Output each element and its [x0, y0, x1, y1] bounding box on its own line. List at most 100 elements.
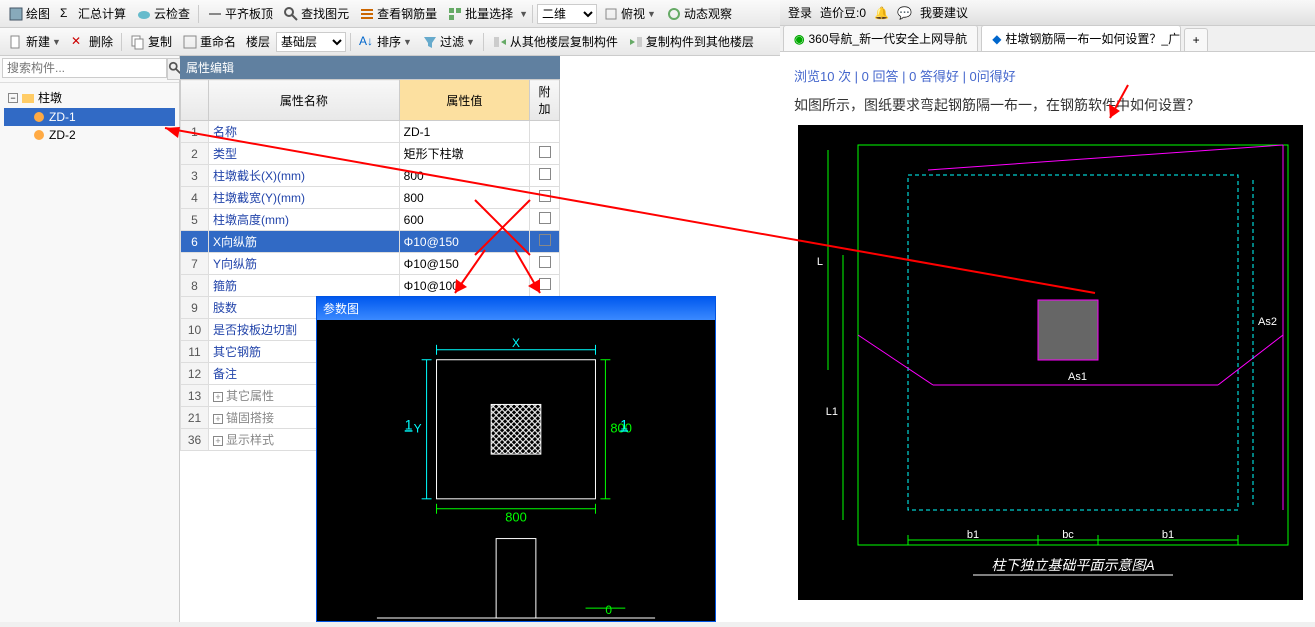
main-toolbar-1: 绘图 Σ汇总计算 云检查 平齐板顶 查找图元 查看钢筋量 批量选择 ▼ 二维 俯… — [0, 0, 780, 28]
checkbox-icon[interactable] — [539, 256, 551, 268]
tb-find[interactable]: 查找图元 — [279, 3, 353, 24]
prop-check-cell[interactable] — [530, 187, 560, 209]
prop-value-cell[interactable]: Φ10@150 — [399, 231, 529, 253]
prop-value-cell[interactable]: 矩形下柱墩 — [399, 143, 529, 165]
prop-name-cell[interactable]: X向纵筋 — [209, 231, 400, 253]
prop-value-cell[interactable]: 600 — [399, 209, 529, 231]
prop-check-cell[interactable] — [530, 121, 560, 143]
svg-text:As2: As2 — [1258, 316, 1277, 328]
tb-filter[interactable]: 过滤▼ — [418, 31, 479, 52]
prop-check-cell[interactable] — [530, 231, 560, 253]
checkbox-icon[interactable] — [539, 212, 551, 224]
tb-align[interactable]: 平齐板顶 — [203, 3, 277, 24]
prop-row[interactable]: 1名称ZD-1 — [181, 121, 560, 143]
checkbox-icon[interactable] — [539, 168, 551, 180]
browser-window: 登录 造价豆:0 🔔 💬 我要建议 ◉ 360导航_新一代安全上网导航 ◆ 柱墩… — [780, 0, 1315, 622]
tb-summary[interactable]: Σ汇总计算 — [56, 3, 130, 24]
tb-floor[interactable]: 楼层 — [242, 31, 274, 52]
suggest-link[interactable]: 我要建议 — [920, 4, 968, 21]
search-input[interactable] — [2, 58, 167, 78]
tb-copy[interactable]: 复制 — [126, 31, 176, 52]
prop-name-cell[interactable]: 类型 — [209, 143, 400, 165]
360-icon: ◉ — [794, 32, 804, 46]
tree-item-zd2[interactable]: ZD-2 — [4, 126, 175, 144]
tb-delete[interactable]: ✕删除 — [67, 31, 117, 52]
prop-row[interactable]: 5柱墩高度(mm)600 — [181, 209, 560, 231]
chevron-down-icon[interactable]: ▼ — [519, 9, 528, 19]
tab-new[interactable]: + — [1184, 28, 1208, 51]
plus-icon[interactable]: + — [213, 414, 223, 424]
prop-row[interactable]: 2类型矩形下柱墩 — [181, 143, 560, 165]
tb-cloud[interactable]: 云检查 — [132, 3, 194, 24]
tb-draw[interactable]: 绘图 — [4, 3, 54, 24]
prop-name-cell[interactable]: 柱墩高度(mm) — [209, 209, 400, 231]
prop-name-cell[interactable]: 柱墩截宽(Y)(mm) — [209, 187, 400, 209]
draw-icon — [8, 6, 24, 22]
plus-icon[interactable]: + — [213, 392, 223, 402]
row-number: 2 — [181, 143, 209, 165]
tb-copy-from[interactable]: 从其他楼层复制构件 — [488, 31, 622, 52]
tb-rename[interactable]: 重命名 — [178, 31, 240, 52]
prop-name-cell[interactable]: 名称 — [209, 121, 400, 143]
prop-value-cell[interactable]: Φ10@100 — [399, 275, 529, 297]
prop-value-cell[interactable]: 800 — [399, 165, 529, 187]
checkbox-icon[interactable] — [539, 146, 551, 158]
bell-icon[interactable]: 🔔 — [874, 6, 889, 20]
tree-item-zd1[interactable]: ZD-1 — [4, 108, 175, 126]
prop-check-cell[interactable] — [530, 165, 560, 187]
prop-name-cell[interactable]: 箍筋 — [209, 275, 400, 297]
tree-root[interactable]: − 柱墩 — [4, 87, 175, 108]
row-number: 12 — [181, 363, 209, 385]
prop-name-cell[interactable]: Y向纵筋 — [209, 253, 400, 275]
tb-batch[interactable]: 批量选择 — [443, 3, 517, 24]
prop-row[interactable]: 3柱墩截长(X)(mm)800 — [181, 165, 560, 187]
minus-icon[interactable]: − — [8, 93, 18, 103]
tb-sort[interactable]: A↓排序▼ — [355, 31, 416, 52]
checkbox-icon[interactable] — [539, 234, 551, 246]
rename-icon — [182, 34, 198, 50]
svg-text:b1: b1 — [1162, 529, 1174, 541]
prop-check-cell[interactable] — [530, 209, 560, 231]
checkbox-icon[interactable] — [539, 190, 551, 202]
row-number: 1 — [181, 121, 209, 143]
checkbox-icon[interactable] — [539, 278, 551, 290]
prop-row[interactable]: 6X向纵筋Φ10@150 — [181, 231, 560, 253]
login-link[interactable]: 登录 — [788, 4, 812, 21]
tb-rebar[interactable]: 查看钢筋量 — [355, 3, 441, 24]
view-mode-combo[interactable]: 二维 — [537, 4, 597, 24]
plus-icon[interactable]: + — [213, 436, 223, 446]
browser-tabs: ◉ 360导航_新一代安全上网导航 ◆ 柱墩钢筋隔一布一如何设置？_广 × + — [780, 26, 1315, 52]
tb-topview[interactable]: 俯视▼ — [599, 3, 660, 24]
prop-check-cell[interactable] — [530, 253, 560, 275]
tb-orbit[interactable]: 动态观察 — [662, 3, 736, 24]
svg-text:Y: Y — [414, 421, 422, 435]
row-number: 5 — [181, 209, 209, 231]
row-number: 8 — [181, 275, 209, 297]
tab-question[interactable]: ◆ 柱墩钢筋隔一布一如何设置？_广 × — [981, 25, 1181, 51]
prop-row[interactable]: 4柱墩截宽(Y)(mm)800 — [181, 187, 560, 209]
row-number: 36 — [181, 429, 209, 451]
prop-value-cell[interactable]: ZD-1 — [399, 121, 529, 143]
tab-360[interactable]: ◉ 360导航_新一代安全上网导航 — [783, 25, 978, 51]
prop-value-cell[interactable]: Φ10@150 — [399, 253, 529, 275]
prop-check-cell[interactable] — [530, 143, 560, 165]
prop-row[interactable]: 8箍筋Φ10@100 — [181, 275, 560, 297]
prop-check-cell[interactable] — [530, 275, 560, 297]
svg-text:800: 800 — [505, 510, 527, 525]
prop-row[interactable]: 7Y向纵筋Φ10@150 — [181, 253, 560, 275]
col-add: 附加 — [530, 80, 560, 121]
main-toolbar-2: 新建▼ ✕删除 复制 重命名 楼层 基础层 A↓排序▼ 过滤▼ 从其他楼层复制构… — [0, 28, 780, 56]
prop-name-cell[interactable]: 柱墩截长(X)(mm) — [209, 165, 400, 187]
tb-copy-to[interactable]: 复制构件到其他楼层 — [624, 31, 758, 52]
svg-text:X: X — [512, 336, 520, 350]
align-icon — [207, 6, 223, 22]
browser-header: 登录 造价豆:0 🔔 💬 我要建议 — [780, 0, 1315, 26]
row-number: 4 — [181, 187, 209, 209]
prop-value-cell[interactable]: 800 — [399, 187, 529, 209]
row-number: 11 — [181, 341, 209, 363]
floor-combo[interactable]: 基础层 — [276, 32, 346, 52]
tb-new[interactable]: 新建▼ — [4, 31, 65, 52]
col-name: 属性名称 — [209, 80, 400, 121]
plus-icon: + — [1193, 33, 1200, 47]
speech-icon[interactable]: 💬 — [897, 6, 912, 20]
